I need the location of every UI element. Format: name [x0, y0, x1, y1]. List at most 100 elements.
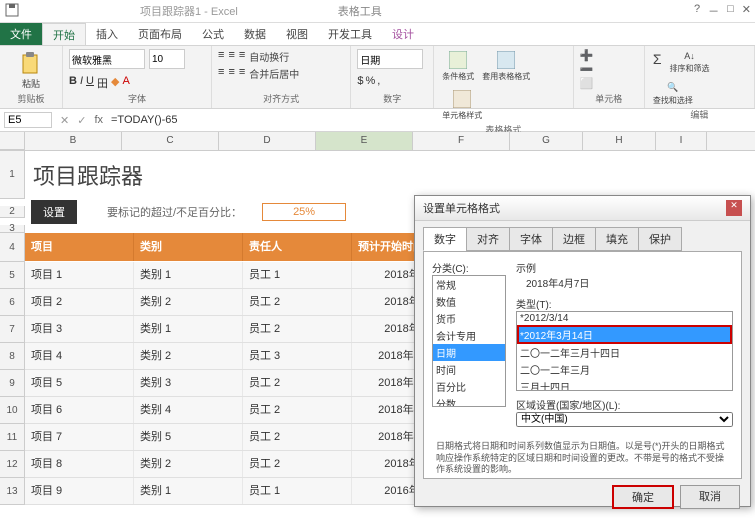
- type-item[interactable]: 二〇一二年三月十四日: [517, 344, 732, 361]
- cell-category[interactable]: 类别 5: [134, 424, 243, 450]
- font-size-input[interactable]: [149, 49, 185, 69]
- maximize-icon[interactable]: □: [727, 3, 734, 19]
- cell-category[interactable]: 类别 2: [134, 289, 243, 315]
- col-header-i[interactable]: I: [656, 132, 707, 150]
- cell-owner[interactable]: 员工 2: [243, 316, 352, 342]
- fill-color-button[interactable]: ◆: [111, 75, 119, 91]
- name-box[interactable]: [4, 112, 52, 128]
- cell-owner[interactable]: 员工 2: [243, 397, 352, 423]
- row-header[interactable]: 12: [0, 451, 25, 478]
- col-header-d[interactable]: D: [219, 132, 316, 150]
- type-listbox[interactable]: *2012/3/14*2012年3月14日二〇一二年三月十四日二〇一二年三月三月…: [516, 311, 733, 391]
- paste-button[interactable]: 粘贴: [6, 49, 56, 92]
- dialog-tab-number[interactable]: 数字: [423, 227, 467, 251]
- cell-project[interactable]: 项目 6: [25, 397, 134, 423]
- tab-file[interactable]: 文件: [0, 23, 42, 45]
- row-header[interactable]: 2: [0, 206, 25, 218]
- cell-owner[interactable]: 员工 1: [243, 478, 352, 504]
- delete-cells-button[interactable]: ➖: [580, 63, 594, 76]
- col-header-f[interactable]: F: [413, 132, 510, 150]
- col-header-e[interactable]: E: [316, 132, 413, 150]
- sort-filter-button[interactable]: A↓排序和筛选: [668, 49, 712, 76]
- dialog-titlebar[interactable]: 设置单元格格式 ✕: [415, 196, 750, 221]
- close-icon[interactable]: ✕: [742, 3, 751, 19]
- cell-category[interactable]: 类别 1: [134, 262, 243, 288]
- row-header[interactable]: 13: [0, 478, 25, 505]
- align-left-icon[interactable]: ≡: [218, 66, 224, 81]
- row-header[interactable]: 9: [0, 370, 25, 397]
- type-item[interactable]: 三月十四日: [517, 378, 732, 391]
- align-bot-icon[interactable]: ≡: [239, 49, 245, 64]
- align-mid-icon[interactable]: ≡: [228, 49, 234, 64]
- type-item[interactable]: 二〇一二年三月: [517, 361, 732, 378]
- category-item[interactable]: 数值: [433, 293, 505, 310]
- align-right-icon[interactable]: ≡: [239, 66, 245, 81]
- currency-icon[interactable]: $: [357, 75, 363, 87]
- category-item[interactable]: 常规: [433, 276, 505, 293]
- tab-design[interactable]: 设计: [382, 23, 424, 45]
- cell-owner[interactable]: 员工 1: [243, 262, 352, 288]
- cell-category[interactable]: 类别 3: [134, 370, 243, 396]
- locale-select[interactable]: 中文(中国): [516, 412, 733, 427]
- row-header[interactable]: 10: [0, 397, 25, 424]
- tab-home[interactable]: 开始: [42, 23, 86, 45]
- bold-button[interactable]: B: [69, 75, 77, 91]
- formula-input[interactable]: =TODAY()-65: [111, 114, 178, 126]
- cell-owner[interactable]: 员工 2: [243, 289, 352, 315]
- cell-category[interactable]: 类别 1: [134, 478, 243, 504]
- percent-icon[interactable]: %: [365, 75, 375, 87]
- category-item[interactable]: 时间: [433, 361, 505, 378]
- category-item[interactable]: 会计专用: [433, 327, 505, 344]
- wrap-text-button[interactable]: 自动换行: [249, 49, 289, 64]
- cell-project[interactable]: 项目 9: [25, 478, 134, 504]
- align-center-icon[interactable]: ≡: [228, 66, 234, 81]
- format-cells-button[interactable]: ⬜: [580, 77, 594, 90]
- row-header[interactable]: 11: [0, 424, 25, 451]
- number-format-select[interactable]: [357, 49, 423, 69]
- minimize-icon[interactable]: －: [708, 3, 719, 19]
- tab-formulas[interactable]: 公式: [192, 23, 234, 45]
- th-owner[interactable]: 责任人: [243, 233, 352, 261]
- dialog-tab-protect[interactable]: 保护: [638, 227, 682, 251]
- cell-category[interactable]: 类别 1: [134, 316, 243, 342]
- cell-owner[interactable]: 员工 2: [243, 370, 352, 396]
- dialog-tab-align[interactable]: 对齐: [466, 227, 510, 251]
- tab-insert[interactable]: 插入: [86, 23, 128, 45]
- category-item[interactable]: 百分比: [433, 378, 505, 395]
- comma-icon[interactable]: ,: [377, 75, 380, 87]
- pct-value[interactable]: 25%: [262, 203, 346, 221]
- row-header[interactable]: 5: [0, 262, 25, 289]
- col-header-c[interactable]: C: [122, 132, 219, 150]
- cell-project[interactable]: 项目 1: [25, 262, 134, 288]
- cell-project[interactable]: 项目 3: [25, 316, 134, 342]
- category-item[interactable]: 日期: [433, 344, 505, 361]
- col-header-g[interactable]: G: [510, 132, 583, 150]
- cell-category[interactable]: 类别 2: [134, 451, 243, 477]
- category-item[interactable]: 分数: [433, 395, 505, 407]
- category-item[interactable]: 货币: [433, 310, 505, 327]
- cancel-formula-icon[interactable]: ✕: [60, 114, 69, 127]
- border-button[interactable]: 田: [97, 75, 108, 91]
- cell-project[interactable]: 项目 7: [25, 424, 134, 450]
- fx-icon[interactable]: fx: [94, 114, 103, 126]
- row-header[interactable]: 4: [0, 233, 25, 262]
- cell-owner[interactable]: 员工 3: [243, 343, 352, 369]
- type-item[interactable]: *2012年3月14日: [517, 325, 732, 344]
- cell-category[interactable]: 类别 2: [134, 343, 243, 369]
- ok-button[interactable]: 确定: [612, 485, 674, 509]
- dialog-tab-fill[interactable]: 填充: [595, 227, 639, 251]
- font-name-input[interactable]: [69, 49, 145, 69]
- underline-button[interactable]: U: [86, 75, 94, 91]
- cell-style-button[interactable]: 单元格样式: [440, 88, 484, 123]
- tab-dev[interactable]: 开发工具: [318, 23, 382, 45]
- settings-button[interactable]: 设置: [31, 200, 77, 224]
- dialog-tab-border[interactable]: 边框: [552, 227, 596, 251]
- cell-owner[interactable]: 员工 2: [243, 424, 352, 450]
- dialog-tab-font[interactable]: 字体: [509, 227, 553, 251]
- dialog-close-button[interactable]: ✕: [726, 200, 742, 216]
- tab-layout[interactable]: 页面布局: [128, 23, 192, 45]
- find-button[interactable]: 🔍查找和选择: [651, 80, 695, 108]
- cell-category[interactable]: 类别 4: [134, 397, 243, 423]
- cell-owner[interactable]: 员工 2: [243, 451, 352, 477]
- insert-cells-button[interactable]: ➕: [580, 49, 594, 62]
